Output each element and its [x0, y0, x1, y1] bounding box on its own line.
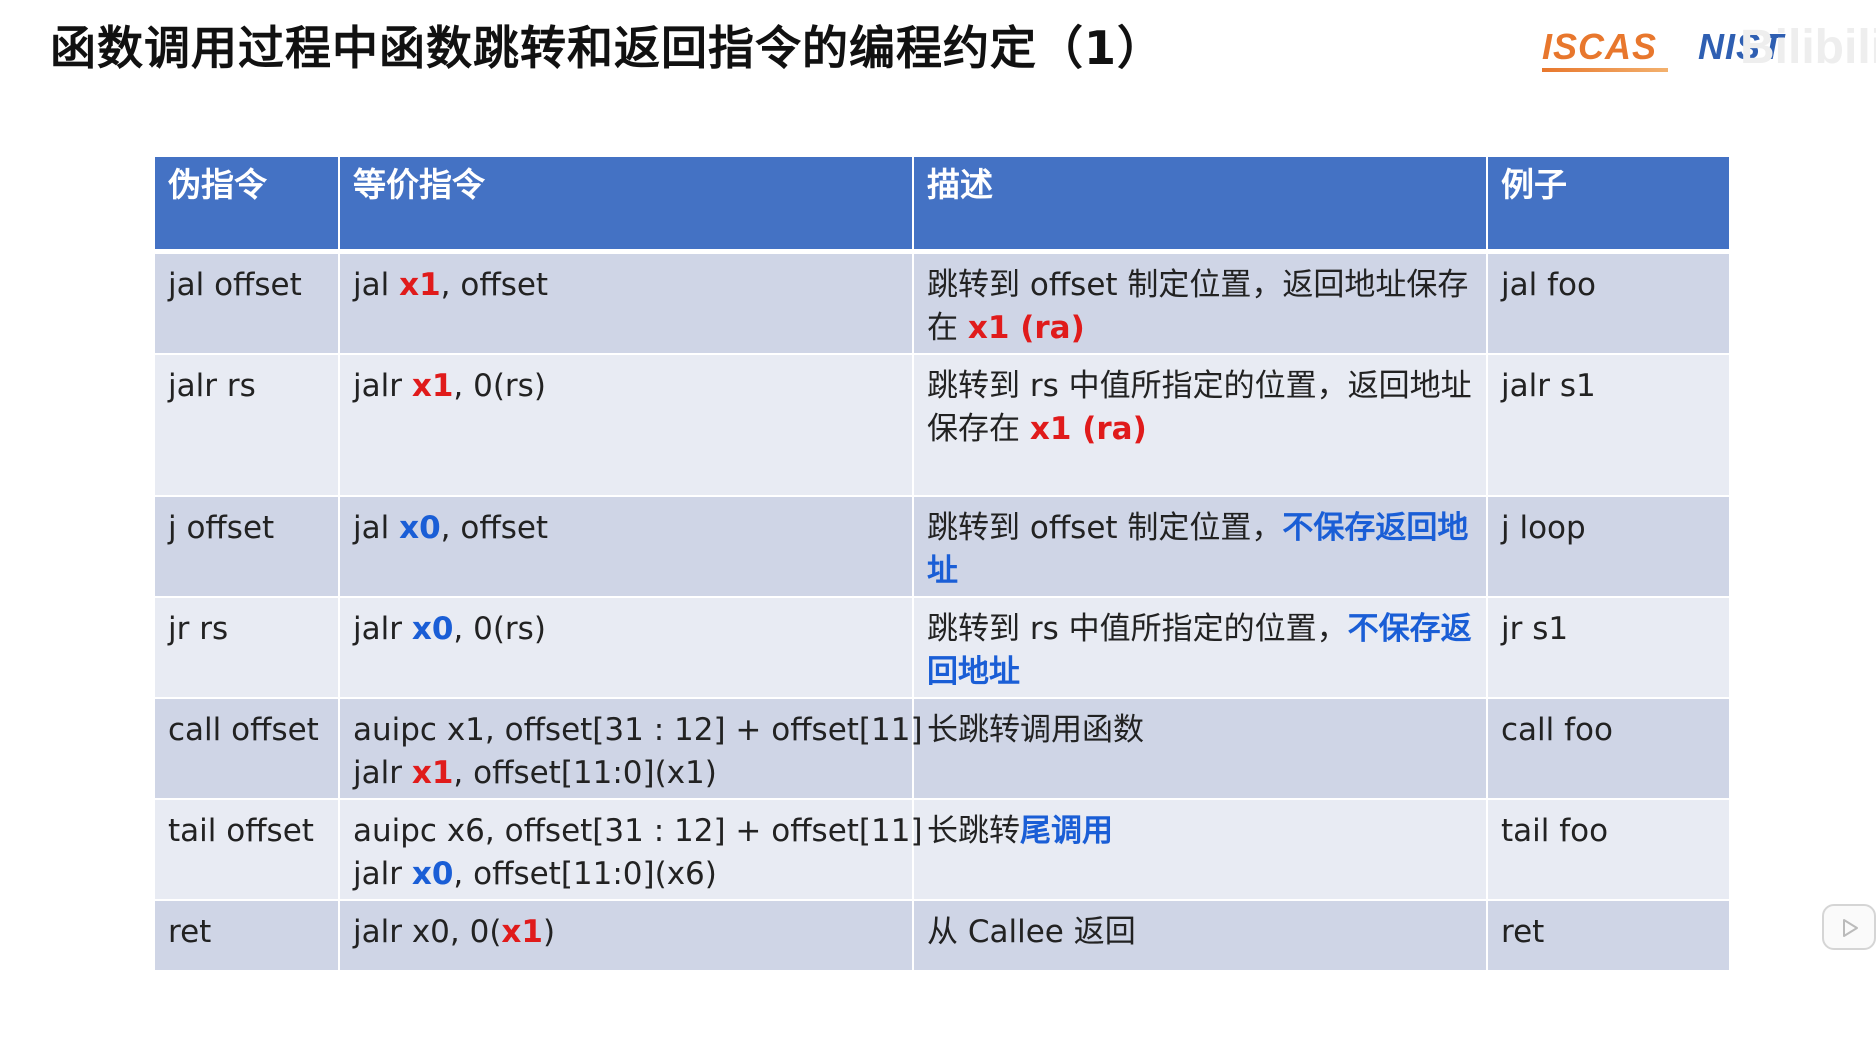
example-cell: ret [1486, 900, 1731, 972]
highlight-red-text: x1 [411, 755, 454, 791]
cell-line: jalr x0, 0(rs) [353, 608, 899, 651]
slide-title: 函数调用过程中函数跳转和返回指令的编程约定（1） [50, 21, 1165, 75]
header-equivalent: 等价指令 [338, 157, 914, 254]
cell-line: jalr x1, offset[11:0](x1) [353, 752, 899, 795]
video-play-button[interactable] [1822, 904, 1876, 950]
cell-text: auipc x6, offset[31 : 12] + offset[11] [353, 813, 923, 849]
header-pseudo: 伪指令 [153, 157, 340, 254]
cell-text: jal [353, 510, 400, 546]
equivalent-cell: auipc x1, offset[31 : 12] + offset[11] ja… [338, 698, 923, 800]
cell-text: ) [543, 914, 556, 950]
highlight-red-text: x1 [411, 368, 454, 404]
cell-text: , 0(rs) [453, 611, 546, 647]
cell-text: jalr [353, 611, 412, 647]
cell-text: 跳转到 rs 中值所指定的位置， [927, 611, 1348, 647]
cell-text: 跳转到 offset 制定位置， [927, 510, 1283, 546]
cell-text: 跳转到 rs 中值所指定的位置，返回地址保存在 [927, 368, 1472, 447]
table-row: tail offset auipc x6, offset[31 : 12] + … [153, 799, 1731, 901]
header-description: 描述 [912, 157, 1488, 254]
cell-line: jalr x0, 0(x1) [353, 911, 899, 954]
cell-text: 长跳转调用函数 [927, 712, 1144, 748]
cell-line: jalr x0, offset[11:0](x6) [353, 853, 899, 896]
header-example: 例子 [1486, 157, 1731, 254]
cell-line: auipc x6, offset[31 : 12] + offset[11] [353, 810, 923, 853]
cell-line: jal x1, offset [353, 264, 899, 307]
cell-line: jal x0, offset [353, 507, 899, 550]
table-row: jr rs jalr x0, 0(rs) 跳转到 rs 中值所指定的位置，不保存… [153, 597, 1731, 699]
cell-text: auipc x1, offset[31 : 12] + offset[11] [353, 712, 923, 748]
description-cell: 跳转到 offset 制定位置，不保存返回地址 [912, 496, 1488, 598]
highlight-red-text: x1 [399, 267, 441, 303]
highlight-blue-text: x0 [411, 856, 454, 892]
cell-text: , offset [440, 510, 549, 546]
iscas-logo-underline [1542, 68, 1668, 72]
cell-line: auipc x1, offset[31 : 12] + offset[11] [353, 709, 923, 752]
description-cell: 跳转到 rs 中值所指定的位置，不保存返回地址 [912, 597, 1488, 699]
equivalent-cell: jal x1, offset [338, 251, 914, 355]
table-row: ret jalr x0, 0(x1) 从 Callee 返回 ret [153, 900, 1731, 972]
example-cell: call foo [1486, 698, 1731, 800]
cell-text: , offset [440, 267, 549, 303]
table-header-row: 伪指令 等价指令 描述 例子 [153, 157, 1731, 254]
cell-text: , 0(rs) [453, 368, 546, 404]
play-icon [1843, 919, 1858, 937]
cell-line: jalr x1, 0(rs) [353, 365, 899, 408]
description-cell: 从 Callee 返回 [912, 900, 1488, 972]
cell-text: jalr [353, 368, 412, 404]
pseudo-cell: jalr rs [153, 354, 340, 497]
bilibili-watermark: Bilibili [1740, 21, 1876, 74]
pseudo-cell: call offset [153, 698, 340, 800]
description-cell: 跳转到 offset 制定位置，返回地址保存在 x1 (ra) [912, 251, 1488, 355]
highlight-red-text: x1 (ra) [967, 310, 1085, 346]
example-cell: tail foo [1486, 799, 1731, 901]
cell-text: , offset[11:0](x6) [453, 856, 717, 892]
description-cell: 长跳转调用函数 [912, 698, 1488, 800]
equivalent-cell: jalr x1, 0(rs) [338, 354, 914, 497]
cell-text: jal [353, 267, 400, 303]
description-cell: 长跳转尾调用 [912, 799, 1488, 901]
example-cell: jalr s1 [1486, 354, 1731, 497]
example-cell: jr s1 [1486, 597, 1731, 699]
cell-text: 从 Callee 返回 [927, 914, 1136, 950]
pseudo-cell: tail offset [153, 799, 340, 901]
pseudo-cell: ret [153, 900, 340, 972]
pseudo-cell: jal offset [153, 251, 340, 355]
cell-text: jalr x0, 0( [353, 914, 502, 950]
equivalent-cell: jal x0, offset [338, 496, 914, 598]
equivalent-cell: auipc x6, offset[31 : 12] + offset[11] ja… [338, 799, 923, 901]
table-row: jal offset jal x1, offset 跳转到 offset 制定位… [153, 251, 1731, 355]
example-cell: j loop [1486, 496, 1731, 598]
description-cell: 跳转到 rs 中值所指定的位置，返回地址保存在 x1 (ra) [912, 354, 1488, 497]
equivalent-cell: jalr x0, 0(rs) [338, 597, 914, 699]
highlight-red-text: x1 [501, 914, 543, 950]
cell-text: 长跳转 [927, 813, 1020, 849]
cell-text: , offset[11:0](x1) [453, 755, 717, 791]
instruction-table-container: 伪指令 等价指令 描述 例子 jal offset jal x1, offset… [153, 157, 1731, 972]
highlight-blue-text: x0 [411, 611, 454, 647]
highlight-blue-text: 尾调用 [1020, 813, 1113, 849]
pseudo-cell: jr rs [153, 597, 340, 699]
table-row: jalr rs jalr x1, 0(rs) 跳转到 rs 中值所指定的位置，返… [153, 354, 1731, 497]
pseudo-cell: j offset [153, 496, 340, 598]
equivalent-cell: jalr x0, 0(x1) [338, 900, 914, 972]
cell-text: jalr [353, 755, 412, 791]
instruction-table: 伪指令 等价指令 描述 例子 jal offset jal x1, offset… [153, 157, 1731, 972]
cell-text: jalr [353, 856, 412, 892]
highlight-blue-text: x0 [399, 510, 441, 546]
example-cell: jal foo [1486, 251, 1731, 355]
table-row: call offset auipc x1, offset[31 : 12] + … [153, 698, 1731, 800]
highlight-red-text: x1 (ra) [1029, 411, 1147, 447]
table-row: j offset jal x0, offset 跳转到 offset 制定位置，… [153, 496, 1731, 598]
iscas-logo: ISCAS [1542, 26, 1658, 67]
